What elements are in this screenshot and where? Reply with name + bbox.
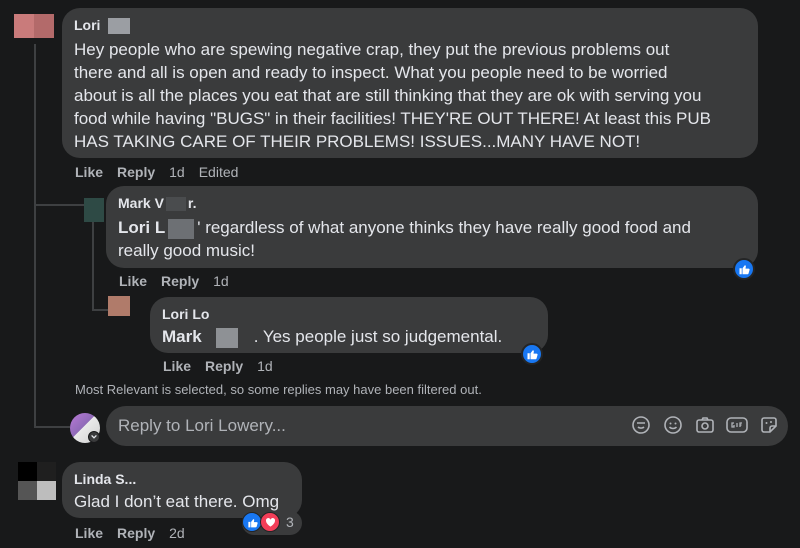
reply-button[interactable]: Reply	[205, 357, 243, 375]
reply-button[interactable]: Reply	[117, 524, 155, 542]
gif-icon[interactable]	[726, 414, 748, 436]
thumbs-up-icon	[739, 265, 750, 275]
redacted-name	[108, 18, 131, 35]
reply-composer	[106, 406, 788, 446]
thread-line-sub	[92, 215, 94, 310]
comment-actions: Like Reply 1d Edited	[75, 163, 238, 181]
heart-icon	[265, 517, 275, 527]
comment-author[interactable]: Mark Vr.	[118, 194, 746, 212]
timestamp[interactable]: 1d	[257, 357, 273, 375]
timestamp[interactable]: 1d	[169, 163, 185, 181]
like-reaction-badge[interactable]	[521, 343, 543, 365]
sticker-icon[interactable]	[630, 414, 652, 436]
comment-text: Mark. Yes people just so judgemental.	[162, 327, 503, 348]
chevron-down-icon[interactable]	[88, 431, 100, 443]
comment-actions: Like Reply 1d	[163, 357, 273, 375]
avatar[interactable]	[18, 462, 56, 500]
thumbs-up-icon	[247, 518, 258, 527]
like-reaction-badge	[242, 512, 262, 532]
filter-note: Most Relevant is selected, so some repli…	[75, 382, 482, 397]
thread-line-branch-3	[34, 426, 70, 428]
timestamp[interactable]: 2d	[169, 524, 185, 542]
thread-line-branch-1	[34, 204, 84, 206]
edited-label[interactable]: Edited	[199, 163, 239, 181]
love-reaction-badge	[260, 512, 280, 532]
comment-author[interactable]: Lori Lo	[162, 305, 536, 323]
redacted-name	[215, 327, 238, 348]
comment-actions: Like Reply 1d	[119, 272, 229, 290]
comment-bubble: Lori Hey people who are spewing negative…	[62, 8, 758, 158]
comment-author[interactable]: Lori	[74, 16, 746, 35]
avatar[interactable]	[14, 14, 54, 38]
reaction-summary[interactable]: 3	[242, 511, 302, 535]
reply-input[interactable]	[118, 416, 598, 436]
thumbs-up-icon	[527, 350, 538, 360]
like-button[interactable]: Like	[119, 272, 147, 290]
reply-button[interactable]: Reply	[161, 272, 199, 290]
comment-text: Hey people who are spewing negative crap…	[74, 40, 712, 152]
avatar[interactable]	[108, 296, 130, 316]
camera-icon[interactable]	[694, 414, 716, 436]
composer-tools	[630, 414, 780, 436]
mention-link[interactable]: Mark	[162, 327, 202, 346]
like-button[interactable]: Like	[75, 163, 103, 181]
comment-text: Glad I don’t eat there. Omg	[74, 492, 280, 511]
mention-link[interactable]: Lori L	[118, 218, 165, 237]
reply-bubble: Mark Vr. Lori L ' regardless of what anyo…	[106, 186, 758, 268]
reply-button[interactable]: Reply	[117, 163, 155, 181]
comment-text: Lori L ' regardless of what anyone thinks…	[118, 218, 691, 260]
thread-line-main	[34, 44, 36, 427]
like-button[interactable]: Like	[75, 524, 103, 542]
like-reaction-badge[interactable]	[733, 258, 755, 280]
redacted-name	[165, 197, 186, 212]
reaction-count: 3	[286, 514, 294, 530]
comment-actions: Like Reply 2d	[75, 524, 185, 542]
redacted-name	[168, 218, 195, 239]
sticker-alt-icon[interactable]	[758, 414, 780, 436]
avatar[interactable]	[84, 198, 104, 222]
comment-bubble: Linda S... Glad I don’t eat there. Omg	[62, 462, 302, 518]
timestamp[interactable]: 1d	[213, 272, 229, 290]
emoji-icon[interactable]	[662, 414, 684, 436]
reply-bubble: Lori Lo Mark. Yes people just so judgeme…	[150, 297, 548, 353]
like-button[interactable]: Like	[163, 357, 191, 375]
comment-author[interactable]: Linda S...	[74, 470, 290, 488]
